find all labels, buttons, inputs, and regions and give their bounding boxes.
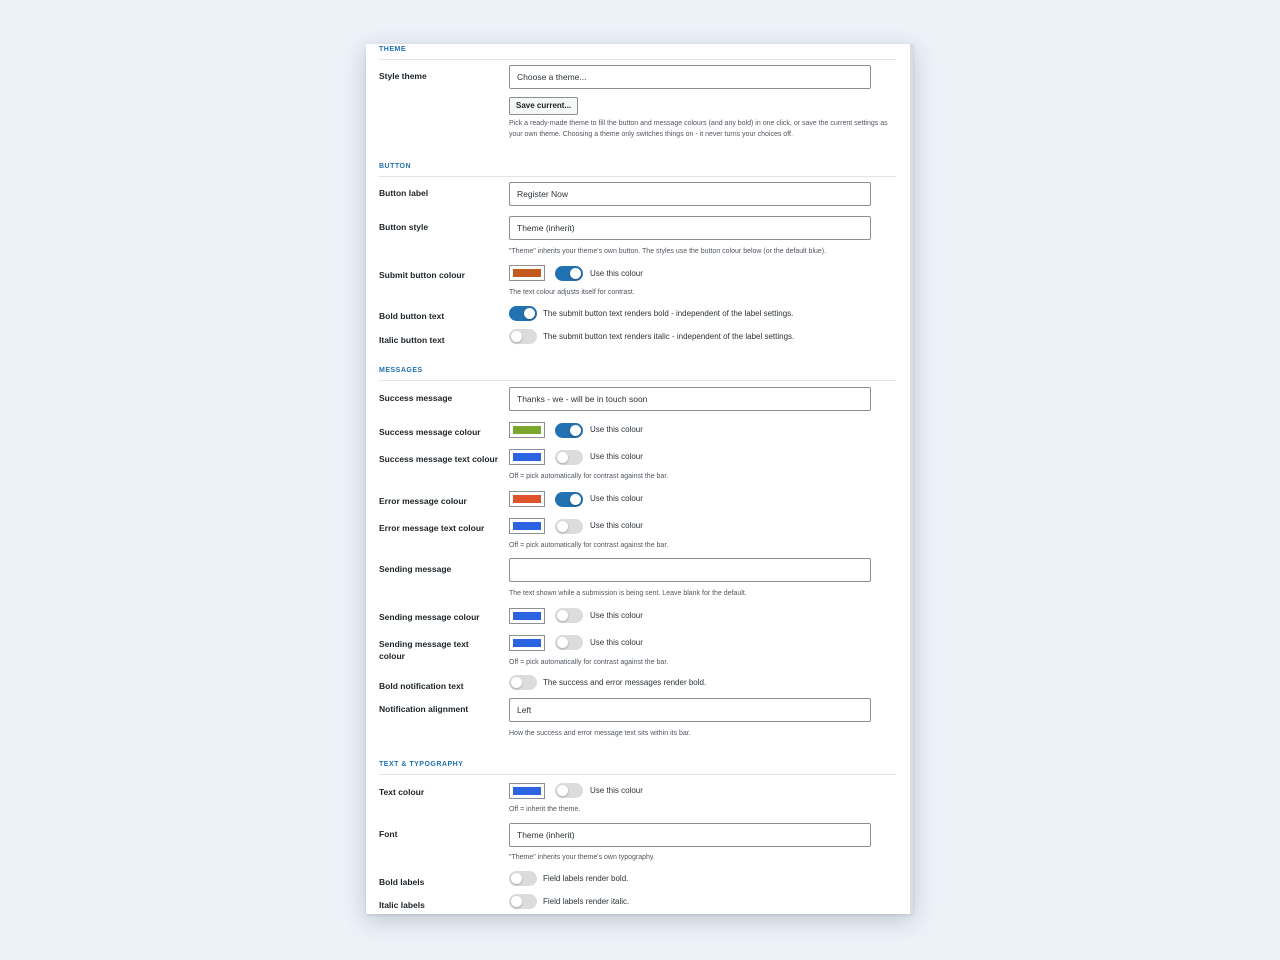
font-help: "Theme" inherits your theme's own typogr…	[509, 854, 655, 861]
success-message-colour-swatch[interactable]	[509, 422, 545, 438]
button-label-input[interactable]: Register Now	[509, 182, 871, 206]
bold-button-text-toggle[interactable]	[509, 306, 537, 321]
toggle-label: Field labels render bold.	[543, 874, 629, 883]
text-colour-help: Off = inherit the theme.	[509, 806, 581, 813]
sending-message-text-colour-toggle[interactable]	[555, 635, 583, 650]
toggle-label: The submit button text renders italic - …	[543, 332, 795, 341]
bold-labels-label: Bold labels	[379, 877, 425, 887]
font-select[interactable]: Theme (inherit)	[509, 823, 871, 847]
sending-message-help: The text shown while a submission is bei…	[509, 590, 747, 597]
notification-alignment-select[interactable]: Left	[509, 698, 871, 722]
bold-button-text-label: Bold button text	[379, 311, 445, 321]
toggle-label: Use this colour	[590, 521, 643, 530]
button-label-label: Button label	[379, 188, 429, 198]
toggle-label: Field labels render italic.	[543, 897, 630, 906]
text-colour-toggle[interactable]	[555, 783, 583, 798]
font-label: Font	[379, 829, 398, 839]
divider	[379, 59, 896, 60]
notification-alignment-label: Notification alignment	[379, 704, 469, 714]
error-message-text-colour-swatch[interactable]	[509, 518, 545, 534]
settings-panel: THEME Style theme Choose a theme... Save…	[366, 44, 913, 914]
divider	[379, 176, 896, 177]
sending-message-text-colour-swatch[interactable]	[509, 635, 545, 651]
auto-contrast-help: Off = pick automatically for contrast ag…	[509, 473, 669, 480]
toggle-label: Use this colour	[590, 611, 643, 620]
style-theme-select[interactable]: Choose a theme...	[509, 65, 871, 89]
section-heading-theme: THEME	[379, 46, 406, 53]
button-style-select[interactable]: Theme (inherit)	[509, 216, 871, 240]
success-message-text-colour-toggle[interactable]	[555, 450, 583, 465]
submit-button-colour-toggle[interactable]	[555, 266, 583, 281]
submit-button-colour-label: Submit button colour	[379, 270, 465, 280]
bold-notification-text-label: Bold notification text	[379, 681, 464, 691]
auto-contrast-help: Off = pick automatically for contrast ag…	[509, 659, 669, 666]
error-message-colour-swatch[interactable]	[509, 491, 545, 507]
submit-button-colour-help: The text colour adjusts itself for contr…	[509, 289, 635, 296]
toggle-label: Use this colour	[590, 786, 643, 795]
toggle-label: Use this colour	[590, 494, 643, 503]
italic-labels-label: Italic labels	[379, 900, 425, 910]
divider	[379, 380, 896, 381]
error-message-text-colour-label: Error message text colour	[379, 523, 485, 533]
toggle-label: The submit button text renders bold - in…	[543, 309, 794, 318]
button-style-help: "Theme" inherits your theme's own button…	[509, 248, 827, 255]
bold-labels-toggle[interactable]	[509, 871, 537, 886]
sending-message-text-colour-label: Sending message text colour	[379, 639, 469, 661]
success-message-colour-label: Success message colour	[379, 427, 481, 437]
error-message-colour-label: Error message colour	[379, 496, 467, 506]
italic-labels-toggle[interactable]	[509, 894, 537, 909]
sending-message-colour-swatch[interactable]	[509, 608, 545, 624]
success-message-label: Success message	[379, 393, 453, 403]
error-message-colour-toggle[interactable]	[555, 492, 583, 507]
toggle-label: Use this colour	[590, 269, 643, 278]
style-theme-label: Style theme	[379, 71, 427, 81]
notification-alignment-help: How the success and error message text s…	[509, 730, 691, 737]
error-message-text-colour-toggle[interactable]	[555, 519, 583, 534]
text-colour-label: Text colour	[379, 787, 425, 797]
italic-button-text-toggle[interactable]	[509, 329, 537, 344]
save-current-button[interactable]: Save current...	[509, 97, 579, 115]
text-colour-swatch[interactable]	[509, 783, 545, 799]
success-message-text-colour-label: Success message text colour	[379, 454, 499, 464]
toggle-label: Use this colour	[590, 425, 643, 434]
sending-message-colour-toggle[interactable]	[555, 608, 583, 623]
sending-message-colour-label: Sending message colour	[379, 612, 480, 622]
success-message-colour-toggle[interactable]	[555, 423, 583, 438]
auto-contrast-help: Off = pick automatically for contrast ag…	[509, 542, 669, 549]
toggle-label: Use this colour	[590, 452, 643, 461]
divider	[379, 774, 896, 775]
button-style-label: Button style	[379, 222, 429, 232]
success-message-input[interactable]: Thanks - we - will be in touch soon	[509, 387, 871, 411]
sending-message-label: Sending message	[379, 564, 452, 574]
italic-button-text-label: Italic button text	[379, 335, 445, 345]
bold-notification-text-toggle[interactable]	[509, 675, 537, 690]
theme-help-text: Pick a ready-made theme to fill the butt…	[509, 120, 888, 138]
toggle-label: Use this colour	[590, 638, 643, 647]
sending-message-input[interactable]	[509, 558, 871, 582]
success-message-text-colour-swatch[interactable]	[509, 449, 545, 465]
toggle-label: The success and error messages render bo…	[543, 678, 707, 687]
section-heading-typography: TEXT & TYPOGRAPHY	[379, 761, 464, 768]
section-heading-messages: MESSAGES	[379, 367, 423, 374]
submit-button-colour-swatch[interactable]	[509, 265, 545, 281]
section-heading-button: BUTTON	[379, 163, 412, 170]
